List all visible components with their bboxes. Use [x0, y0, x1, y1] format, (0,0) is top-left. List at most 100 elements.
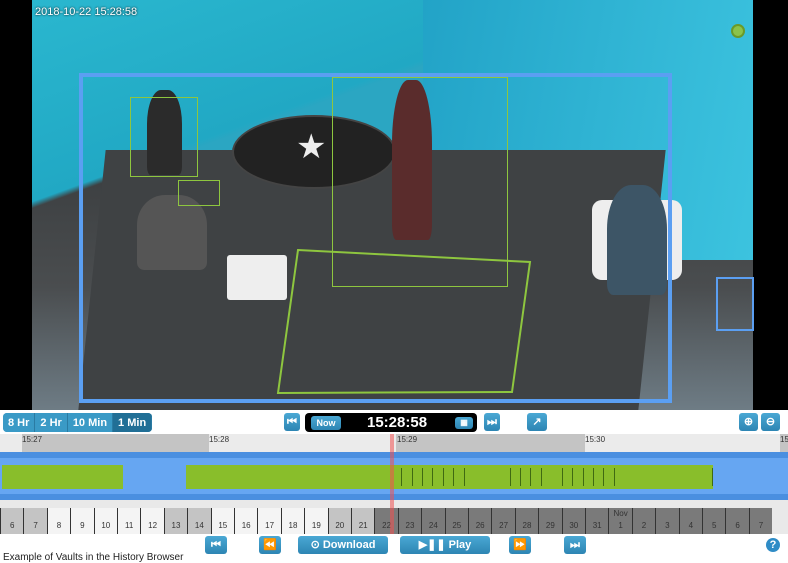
day-label: 22	[382, 521, 392, 530]
day-cell[interactable]: 6	[0, 508, 24, 534]
fast-forward-button[interactable]: ⏩	[509, 536, 531, 554]
now-button[interactable]: Now	[311, 416, 341, 430]
recording-segment[interactable]	[2, 465, 123, 489]
motion-event-tick	[464, 468, 465, 486]
day-label: 4	[688, 521, 694, 530]
day-label: 28	[522, 521, 532, 530]
day-cell[interactable]: 15	[210, 508, 234, 534]
recording-track[interactable]	[0, 452, 788, 500]
motion-event-tick	[562, 468, 563, 486]
day-label: 10	[101, 521, 111, 530]
day-cell[interactable]: 30	[561, 508, 585, 534]
motion-event-tick	[443, 468, 444, 486]
day-cell[interactable]: 9	[70, 508, 94, 534]
day-cell[interactable]: 28	[514, 508, 539, 534]
time-ruler[interactable]: 15:27 15:28 15:29 15:30 15	[0, 434, 788, 452]
time-display: Now 15:28:58 ▦	[305, 413, 477, 432]
day-cell[interactable]: 10	[93, 508, 117, 534]
skip-to-start-button[interactable]: ⏮	[284, 413, 300, 431]
day-label: 17	[265, 521, 275, 530]
day-label: 23	[405, 521, 415, 530]
day-label: 31	[592, 521, 602, 530]
day-cell[interactable]: 7	[23, 508, 47, 534]
day-cell[interactable]: 24	[421, 508, 445, 534]
day-cell[interactable]: 22	[374, 508, 398, 534]
play-label: Play	[448, 539, 472, 551]
day-cell[interactable]: 19	[304, 508, 328, 534]
zoom-in-icon: ⊕	[743, 416, 754, 428]
current-time: 15:28:58	[367, 414, 428, 431]
skip-to-start-icon: ⏮	[287, 416, 297, 428]
ruler-shade	[396, 434, 585, 452]
day-cell[interactable]: 18	[280, 508, 305, 534]
download-label: Download	[322, 539, 376, 551]
ruler-label: 15:27	[22, 435, 43, 444]
last-button[interactable]: ⏭	[564, 536, 586, 554]
day-cell[interactable]: 21	[351, 508, 375, 534]
motion-event-tick	[572, 468, 573, 486]
range-2hr-button[interactable]: 2 Hr	[35, 413, 68, 432]
motion-event-tick	[583, 468, 584, 486]
day-label: 18	[288, 521, 298, 530]
day-cell[interactable]: Nov 1	[608, 508, 632, 534]
day-cell[interactable]: 26	[468, 508, 492, 534]
rewind-icon: ⏪	[263, 539, 277, 551]
day-cell[interactable]: 25	[444, 508, 468, 534]
video-viewport[interactable]: 2018-10-22 15:28:58	[0, 0, 788, 410]
day-cell[interactable]: 29	[538, 508, 562, 534]
range-1min-button[interactable]: 1 Min	[113, 413, 153, 432]
zoom-in-button[interactable]: ⊕	[739, 413, 758, 431]
first-button[interactable]: ⏮	[205, 536, 227, 554]
play-pause-button[interactable]: ▶❚❚ Play	[400, 536, 490, 554]
day-cell[interactable]: 14	[187, 508, 211, 534]
day-cell[interactable]: 3	[655, 508, 679, 534]
motion-event-tick	[541, 468, 542, 486]
day-label: 12	[148, 521, 158, 530]
rewind-button[interactable]: ⏪	[259, 536, 281, 554]
day-cell[interactable]: 13	[163, 508, 188, 534]
day-label: 7	[758, 521, 764, 530]
day-cell[interactable]: 11	[117, 508, 141, 534]
day-label: 30	[569, 521, 579, 530]
day-label: 15	[218, 521, 228, 530]
day-label: 16	[241, 521, 251, 530]
day-label: 1	[618, 521, 623, 530]
day-cell[interactable]: 12	[140, 508, 164, 534]
day-label: 19	[311, 521, 321, 530]
day-cell[interactable]: 2	[631, 508, 656, 534]
help-icon[interactable]: ?	[766, 538, 780, 552]
day-cell[interactable]: 6	[725, 508, 749, 534]
range-selector: 8 Hr 2 Hr 10 Min 1 Min	[3, 413, 153, 432]
motion-event-tick	[603, 468, 604, 486]
day-cell[interactable]: 27	[491, 508, 515, 534]
day-cell[interactable]: 8	[46, 508, 71, 534]
day-cell[interactable]: 20	[327, 508, 351, 534]
camera-status-icon[interactable]	[731, 24, 745, 38]
day-cell[interactable]: 31	[585, 508, 609, 534]
day-cell[interactable]: 4	[678, 508, 702, 534]
range-10min-button[interactable]: 10 Min	[67, 413, 114, 432]
day-label: 20	[335, 521, 345, 530]
day-label: 9	[80, 521, 85, 530]
day-strip[interactable]: 6 7 8 9 10 11 12 13 14 15 16 17 18 19 20 21 22 23 24 25 26 27…	[0, 500, 788, 534]
motion-event-tick	[593, 468, 594, 486]
calendar-button[interactable]: ▦	[455, 417, 473, 429]
skip-to-end-button[interactable]: ⏭	[484, 413, 500, 431]
playhead-cursor[interactable]	[390, 434, 394, 534]
motion-event-tick	[510, 468, 511, 486]
day-cell[interactable]: 16	[234, 508, 258, 534]
day-label: 24	[428, 521, 438, 530]
zoom-out-button[interactable]: ⊖	[761, 413, 780, 431]
day-label: 29	[545, 521, 555, 530]
share-button[interactable]: ↗	[527, 413, 547, 431]
day-cell[interactable]: 7	[748, 508, 773, 534]
first-icon: ⏮	[211, 539, 221, 551]
download-button[interactable]: ⊙ Download	[298, 536, 388, 554]
day-cell[interactable]: 17	[257, 508, 281, 534]
day-cell[interactable]: 23	[397, 508, 422, 534]
day-cell[interactable]: 5	[702, 508, 726, 534]
range-8hr-button[interactable]: 8 Hr	[3, 413, 36, 432]
video-timestamp: 2018-10-22 15:28:58	[35, 6, 138, 18]
recording-segment[interactable]	[186, 465, 713, 489]
motion-polygon	[276, 248, 532, 395]
